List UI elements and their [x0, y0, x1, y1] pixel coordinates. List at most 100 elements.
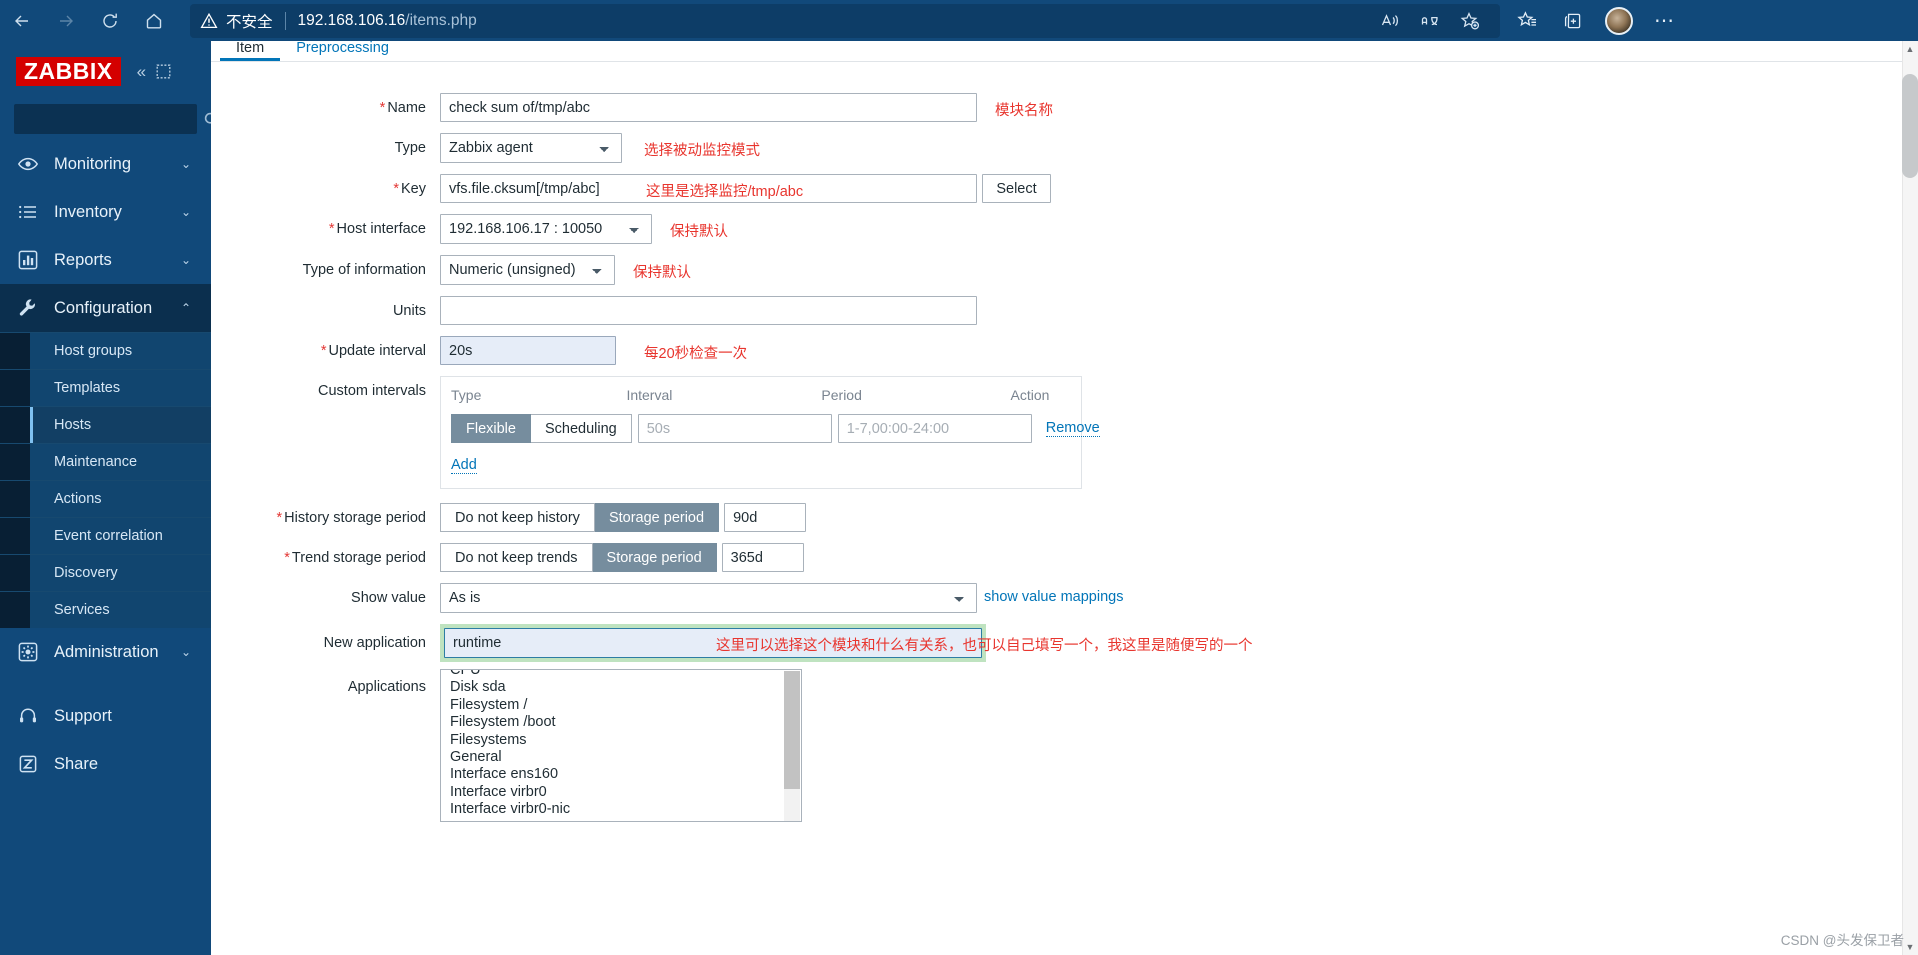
- sidebar-item-templates[interactable]: Templates: [0, 369, 211, 407]
- field-row-custom-intervals: Custom intervals Type Interval Period Ac…: [211, 376, 1918, 489]
- list-icon: [16, 200, 40, 224]
- history-do-not-keep-button[interactable]: Do not keep history: [440, 503, 595, 532]
- sidebar-item-event-correlation[interactable]: Event correlation: [0, 517, 211, 555]
- more-options-icon[interactable]: ⋯: [1644, 4, 1686, 38]
- address-bar[interactable]: 不安全 192.168.106.16/items.php: [190, 3, 1500, 38]
- list-item[interactable]: General: [441, 749, 781, 766]
- show-value-select[interactable]: As is: [440, 583, 977, 613]
- tab-preprocessing[interactable]: Preprocessing: [280, 41, 405, 61]
- collapse-sidebar-icon[interactable]: «: [137, 62, 146, 82]
- name-field-wrap: 模块名称: [440, 93, 1053, 122]
- interval-type-scheduling-button[interactable]: Scheduling: [530, 414, 632, 443]
- show-value-label: Show value: [211, 583, 440, 607]
- refresh-icon[interactable]: [88, 4, 132, 38]
- sidebar-item-host-groups[interactable]: Host groups: [0, 332, 211, 370]
- profile-avatar-icon[interactable]: [1598, 4, 1640, 38]
- applications-listbox[interactable]: CPU Disk sda Filesystem / Filesystem /bo…: [440, 669, 802, 822]
- required-marker: *: [276, 510, 283, 526]
- sidebar-item-maintenance[interactable]: Maintenance: [0, 443, 211, 481]
- sidebar-item-label: Monitoring: [54, 154, 132, 173]
- address-bar-actions: [1370, 5, 1490, 37]
- sidebar-item-hosts[interactable]: Hosts: [0, 406, 211, 444]
- home-icon[interactable]: [132, 4, 176, 38]
- history-storage-period-input[interactable]: [724, 503, 807, 532]
- expand-fullscreen-icon[interactable]: [156, 64, 171, 79]
- back-icon[interactable]: [0, 4, 44, 38]
- label-text: Custom intervals: [318, 383, 426, 399]
- trend-storage-toggle: Do not keep trends Storage period: [440, 543, 717, 572]
- scroll-down-arrow-icon[interactable]: ▼: [1902, 939, 1918, 955]
- interval-type-toggle: Flexible Scheduling: [451, 414, 632, 443]
- sidebar-item-administration[interactable]: Administration ⌄: [0, 628, 211, 676]
- sidebar-item-label: Inventory: [54, 202, 122, 221]
- column-header-type: Type: [451, 387, 482, 403]
- sidebar-item-actions[interactable]: Actions: [0, 480, 211, 518]
- name-input[interactable]: [440, 93, 977, 122]
- sidebar-item-configuration[interactable]: Configuration ⌃: [0, 284, 211, 333]
- url-text: 192.168.106.16/items.php: [298, 12, 477, 30]
- interval-type-flexible-button[interactable]: Flexible: [451, 414, 531, 443]
- sidebar-item-share[interactable]: Share: [0, 740, 211, 788]
- new-application-annotation: 这里可以选择这个模块和什么有关系，也可以自己填写一个，我这里是随便写的一个: [716, 638, 1253, 654]
- sidebar-item-inventory[interactable]: Inventory ⌄: [0, 188, 211, 236]
- list-item[interactable]: Filesystems: [441, 732, 781, 749]
- units-input[interactable]: [440, 296, 977, 325]
- list-item[interactable]: Filesystem /: [441, 697, 781, 714]
- key-select-button[interactable]: Select: [982, 174, 1051, 203]
- custom-interval-remove-link[interactable]: Remove: [1045, 420, 1100, 437]
- applications-scrollbar-thumb[interactable]: [784, 671, 800, 789]
- field-row-name: *Name 模块名称: [211, 93, 1918, 122]
- trend-storage-period-label: * Trend storage period: [211, 543, 440, 567]
- tab-item[interactable]: Item: [220, 41, 281, 61]
- sidebar-item-services[interactable]: Services: [0, 591, 211, 629]
- update-interval-input[interactable]: [440, 336, 616, 365]
- custom-interval-add-link[interactable]: Add: [451, 457, 477, 474]
- field-row-trend-storage-period: * Trend storage period Do not keep trends…: [211, 543, 1918, 572]
- add-favorite-icon[interactable]: [1450, 5, 1490, 37]
- show-value-mappings-link[interactable]: show value mappings: [984, 583, 1123, 605]
- history-storage-period-button[interactable]: Storage period: [594, 503, 720, 532]
- page-scrollbar-thumb[interactable]: [1902, 74, 1918, 178]
- chevron-up-icon: ⌃: [180, 301, 191, 316]
- sidebar-item-discovery[interactable]: Discovery: [0, 554, 211, 592]
- sidebar-item-support[interactable]: Support: [0, 692, 211, 740]
- field-row-new-application: New application 这里可以选择这个模块和什么有关系，也可以自己填写…: [211, 624, 1918, 662]
- custom-interval-input[interactable]: [637, 414, 832, 443]
- history-storage-period-field-wrap: Do not keep history Storage period: [440, 503, 807, 532]
- translate-icon[interactable]: [1410, 5, 1450, 37]
- list-item[interactable]: Filesystem /boot: [441, 714, 781, 731]
- browser-toolbar: 不安全 192.168.106.16/items.php ⋯: [0, 0, 1918, 41]
- scroll-up-arrow-icon[interactable]: ▲: [1902, 41, 1918, 57]
- page-scrollbar-track[interactable]: ▲ ▼: [1902, 41, 1918, 955]
- list-item[interactable]: Disk sda: [441, 679, 781, 696]
- forward-icon[interactable]: [44, 4, 88, 38]
- type-select[interactable]: Zabbix agent: [440, 133, 622, 163]
- label-text: Type: [394, 140, 426, 156]
- sidebar-item-label: Administration: [54, 642, 159, 661]
- trend-do-not-keep-button[interactable]: Do not keep trends: [440, 543, 593, 572]
- label-text: Units: [392, 303, 426, 319]
- list-item[interactable]: Interface virbr0: [441, 784, 781, 801]
- search-icon[interactable]: [203, 111, 211, 128]
- collections-add-icon[interactable]: [1552, 4, 1594, 38]
- type-of-information-select[interactable]: Numeric (unsigned): [440, 255, 615, 285]
- custom-period-input[interactable]: [837, 414, 1032, 443]
- read-aloud-icon[interactable]: [1370, 5, 1410, 37]
- list-item[interactable]: CPU: [441, 670, 781, 679]
- sidebar-subitem-label: Host groups: [54, 343, 133, 360]
- trend-storage-period-input[interactable]: [721, 543, 804, 572]
- label-text: New application: [323, 635, 426, 651]
- list-item[interactable]: Interface ens160: [441, 766, 781, 783]
- favorites-star-list-icon[interactable]: [1506, 4, 1548, 38]
- host-interface-select[interactable]: 192.168.106.17 : 10050: [440, 214, 652, 244]
- sidebar-search[interactable]: [14, 104, 211, 135]
- zabbix-logo[interactable]: ZABBIX: [16, 57, 121, 87]
- sidebar-item-monitoring[interactable]: Monitoring ⌄: [0, 140, 211, 188]
- configuration-submenu: Host groups Templates Hosts Maintenance …: [0, 332, 211, 629]
- sidebar-item-reports[interactable]: Reports ⌄: [0, 236, 211, 284]
- search-input[interactable]: [23, 110, 203, 128]
- trend-storage-period-button[interactable]: Storage period: [592, 543, 717, 572]
- list-item[interactable]: Interface virbr0-nic: [441, 801, 781, 818]
- chevron-down-icon: ⌄: [180, 205, 191, 220]
- sidebar-subitem-label: Event correlation: [54, 528, 163, 545]
